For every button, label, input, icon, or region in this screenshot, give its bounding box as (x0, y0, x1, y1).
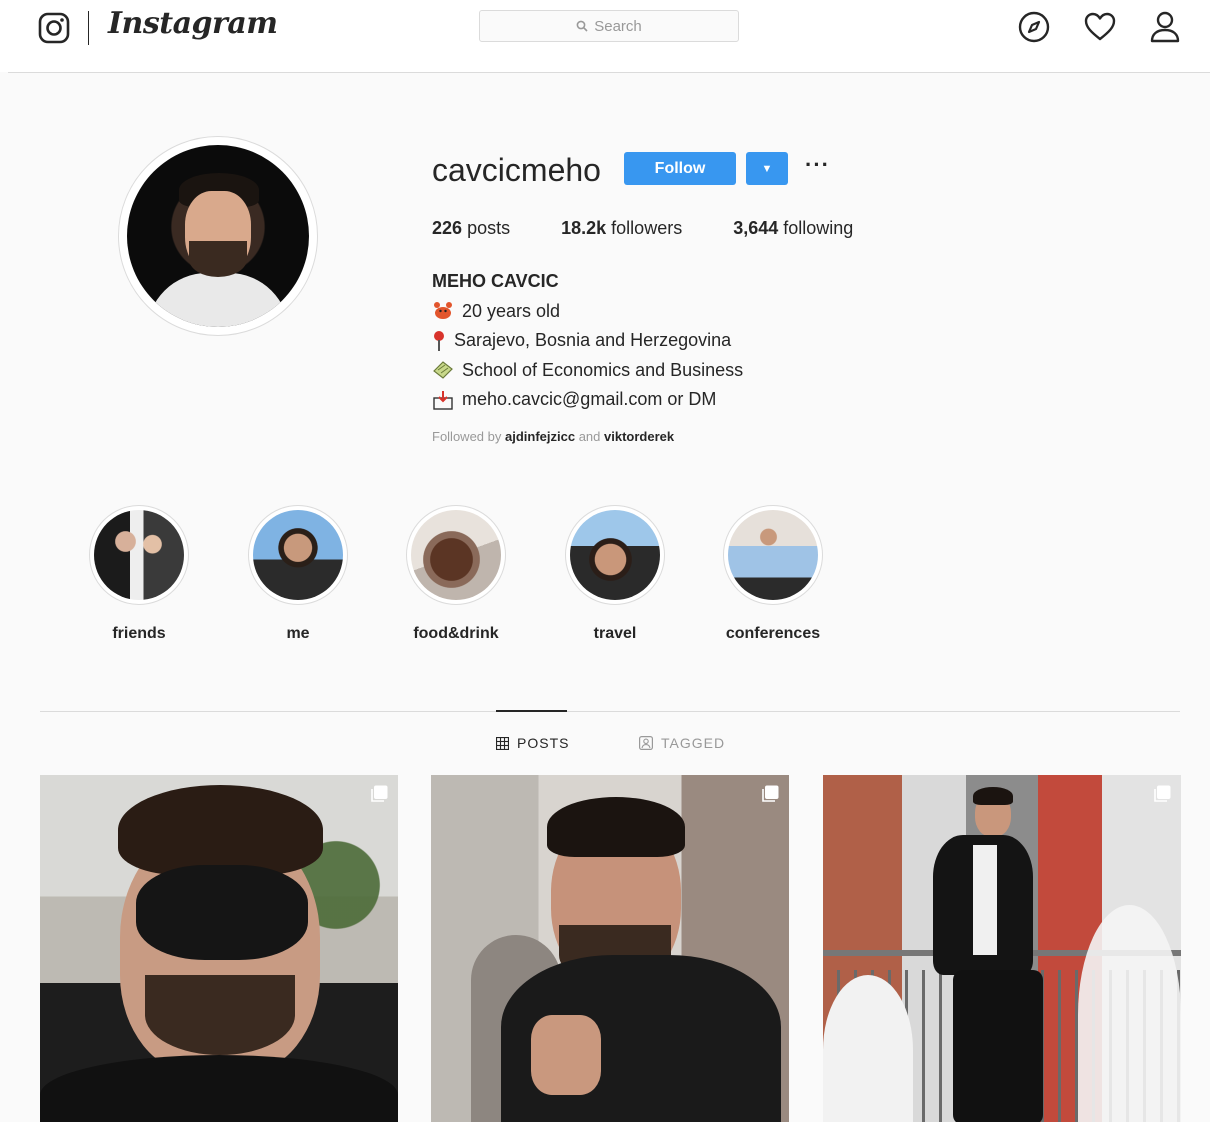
suggestions-dropdown-button[interactable]: ▼ (746, 152, 788, 185)
highlight-travel[interactable]: travel (563, 505, 667, 643)
instagram-glyph-icon[interactable] (38, 12, 70, 44)
person-icon[interactable] (1148, 10, 1182, 44)
highlight-label: conferences (725, 625, 821, 642)
compass-icon[interactable] (1017, 10, 1051, 44)
tab-tagged[interactable]: TAGGED (639, 735, 725, 751)
highlight-ring (248, 505, 348, 605)
grid-icon (496, 736, 509, 750)
profile-avatar[interactable] (127, 145, 309, 327)
followed-by-user-1[interactable]: ajdinfejzicc (505, 429, 575, 444)
top-nav: Instagram Search (0, 0, 1210, 72)
multiple-photos-icon (1154, 785, 1171, 802)
highlight-label: food&drink (413, 625, 499, 642)
nav-border (8, 72, 1210, 73)
tab-posts[interactable]: POSTS (496, 735, 569, 751)
highlight-ring (565, 505, 665, 605)
posts-count: 226 posts (432, 218, 511, 238)
highlight-ring (723, 505, 823, 605)
search-placeholder: Search (594, 17, 642, 35)
followers-count[interactable]: 18.2k followers (561, 218, 682, 238)
followed-by-user-2[interactable]: viktorderek (604, 429, 674, 444)
crab-emoji-icon (434, 302, 452, 320)
highlight-label: travel (593, 625, 637, 642)
profile-full-name: MEHO CAVCIC (432, 271, 559, 291)
profile-username: cavcicmeho (432, 152, 601, 188)
inbox-emoji-icon (433, 390, 453, 410)
multiple-photos-icon (762, 785, 779, 802)
tab-active-indicator (496, 710, 567, 712)
book-emoji-icon (433, 361, 453, 380)
highlight-me[interactable]: me (246, 505, 350, 643)
tabs-divider (40, 711, 1180, 712)
follow-button[interactable]: Follow (624, 152, 736, 185)
highlight-ring (89, 505, 189, 605)
highlight-label: friends (112, 625, 166, 642)
heart-icon[interactable] (1083, 10, 1117, 44)
bio-line-contact: meho.cavcic@gmail.com or DM (432, 385, 743, 415)
post-thumbnail[interactable] (431, 775, 789, 1122)
tag-user-icon (639, 736, 653, 750)
following-count[interactable]: 3,644 following (733, 218, 853, 238)
highlight-food-drink[interactable]: food&drink (404, 505, 508, 643)
nav-divider (88, 11, 89, 45)
post-thumbnail[interactable] (823, 775, 1181, 1122)
highlight-ring (406, 505, 506, 605)
multiple-photos-icon (371, 785, 388, 802)
pin-emoji-icon (434, 330, 444, 351)
profile-bio: MEHO CAVCIC 20 years old Sarajevo, Bosni… (432, 267, 743, 415)
bio-line-school: School of Economics and Business (432, 356, 743, 386)
search-icon (576, 20, 588, 32)
instagram-wordmark[interactable]: Instagram (108, 6, 278, 41)
highlight-label: me (286, 625, 310, 642)
chevron-down-icon: ▼ (761, 162, 773, 175)
more-options-button[interactable]: ··· (805, 152, 830, 178)
bio-line-age: 20 years old (432, 297, 743, 327)
search-input[interactable]: Search (479, 10, 739, 42)
post-thumbnail[interactable] (40, 775, 398, 1122)
followed-by-text: Followed by ajdinfejzicc and viktorderek (432, 429, 675, 444)
highlight-friends[interactable]: friends (87, 505, 191, 643)
highlight-conferences[interactable]: conferences (721, 505, 825, 643)
profile-stats: 226 posts 18.2k followers 3,644 followin… (432, 218, 899, 239)
bio-line-location: Sarajevo, Bosnia and Herzegovina (432, 326, 743, 356)
